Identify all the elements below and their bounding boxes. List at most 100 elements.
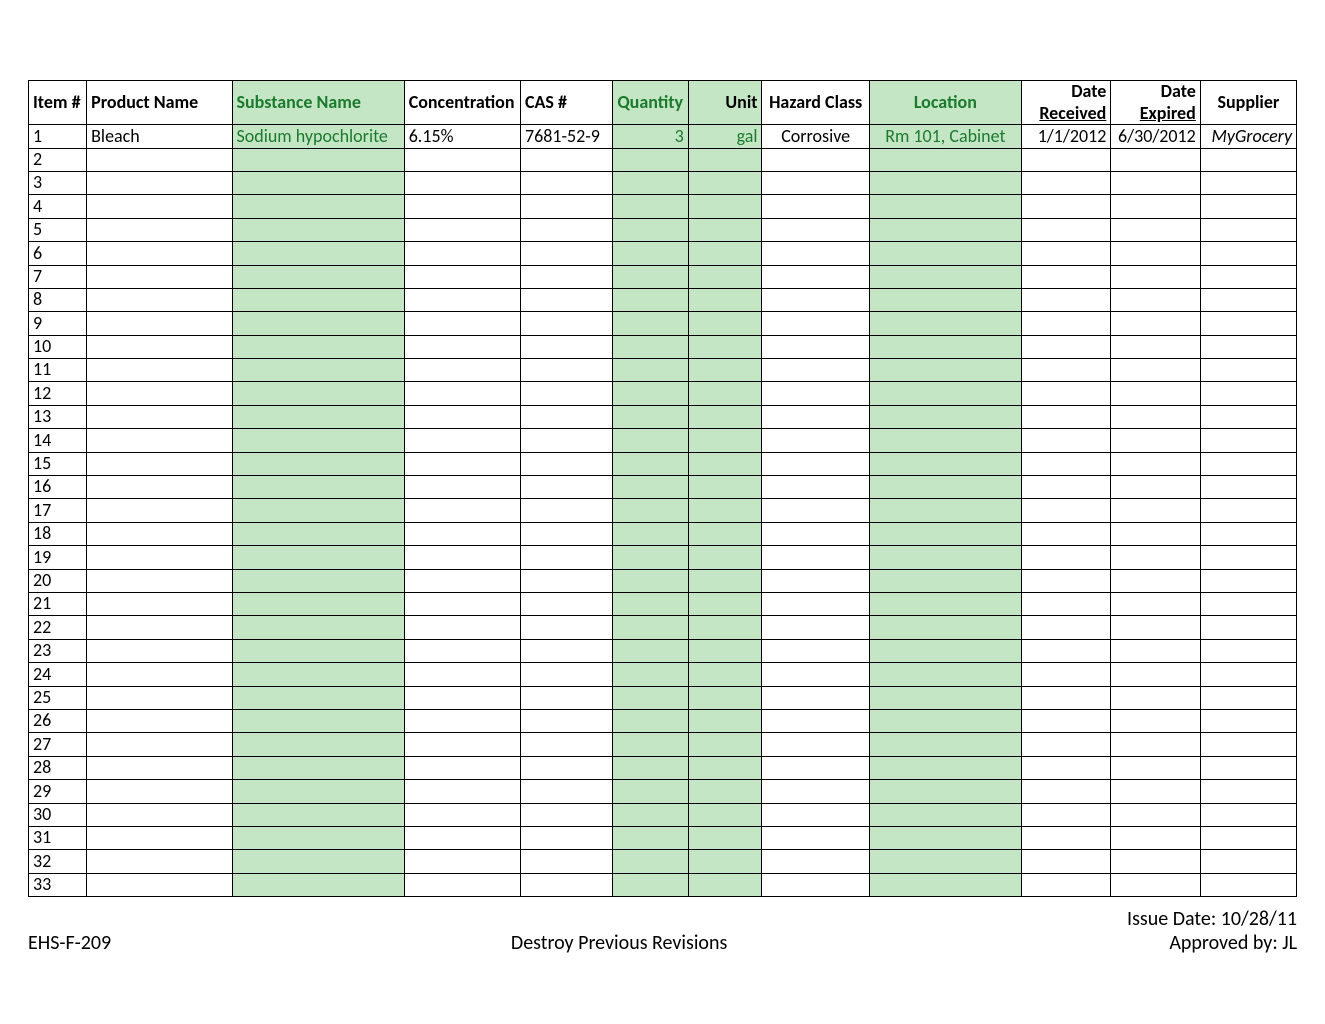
cell[interactable]: 13 (29, 405, 87, 428)
cell[interactable] (1200, 686, 1296, 709)
cell[interactable] (869, 780, 1021, 803)
cell[interactable] (520, 218, 612, 241)
cell[interactable] (869, 148, 1021, 171)
cell[interactable] (688, 452, 762, 475)
cell[interactable] (1200, 522, 1296, 545)
cell[interactable] (688, 359, 762, 382)
cell[interactable] (1111, 569, 1200, 592)
cell[interactable] (612, 569, 688, 592)
cell[interactable] (869, 195, 1021, 218)
cell[interactable] (87, 593, 232, 616)
cell[interactable] (404, 265, 520, 288)
cell[interactable]: 6.15% (404, 125, 520, 148)
cell[interactable]: 8 (29, 288, 87, 311)
cell[interactable] (762, 826, 869, 849)
cell[interactable] (612, 686, 688, 709)
cell[interactable] (1021, 405, 1110, 428)
cell[interactable] (869, 405, 1021, 428)
cell[interactable] (1111, 476, 1200, 499)
cell[interactable] (869, 756, 1021, 779)
cell[interactable] (1111, 452, 1200, 475)
cell[interactable]: 7 (29, 265, 87, 288)
cell[interactable] (87, 663, 232, 686)
cell[interactable] (869, 593, 1021, 616)
cell[interactable] (1021, 312, 1110, 335)
cell[interactable]: 25 (29, 686, 87, 709)
cell[interactable] (232, 663, 404, 686)
cell[interactable] (1111, 803, 1200, 826)
cell[interactable] (1200, 593, 1296, 616)
cell[interactable] (1111, 616, 1200, 639)
cell[interactable] (762, 593, 869, 616)
cell[interactable] (232, 803, 404, 826)
cell[interactable] (232, 476, 404, 499)
cell[interactable] (1021, 335, 1110, 358)
cell[interactable] (87, 312, 232, 335)
cell[interactable]: 3 (612, 125, 688, 148)
cell[interactable] (688, 499, 762, 522)
cell[interactable]: gal (688, 125, 762, 148)
cell[interactable] (404, 429, 520, 452)
cell[interactable] (612, 195, 688, 218)
cell[interactable] (688, 288, 762, 311)
cell[interactable] (1200, 288, 1296, 311)
cell[interactable] (762, 850, 869, 873)
cell[interactable] (612, 616, 688, 639)
cell[interactable] (520, 499, 612, 522)
cell[interactable] (762, 546, 869, 569)
cell[interactable]: 16 (29, 476, 87, 499)
cell[interactable] (1111, 382, 1200, 405)
cell[interactable] (87, 522, 232, 545)
cell[interactable] (612, 242, 688, 265)
cell[interactable] (1111, 218, 1200, 241)
cell[interactable] (232, 312, 404, 335)
cell[interactable] (612, 148, 688, 171)
cell[interactable] (520, 359, 612, 382)
cell[interactable] (1021, 686, 1110, 709)
cell[interactable] (87, 803, 232, 826)
cell[interactable] (404, 171, 520, 194)
cell[interactable] (1200, 335, 1296, 358)
cell[interactable] (1021, 429, 1110, 452)
cell[interactable] (87, 429, 232, 452)
cell[interactable] (1021, 148, 1110, 171)
cell[interactable]: 1 (29, 125, 87, 148)
cell[interactable] (1021, 733, 1110, 756)
cell[interactable] (612, 826, 688, 849)
cell[interactable] (762, 756, 869, 779)
cell[interactable] (1111, 335, 1200, 358)
cell[interactable] (1021, 359, 1110, 382)
cell[interactable] (869, 639, 1021, 662)
cell[interactable] (232, 148, 404, 171)
cell[interactable] (612, 429, 688, 452)
cell[interactable] (762, 616, 869, 639)
cell[interactable] (87, 359, 232, 382)
cell[interactable] (1200, 780, 1296, 803)
cell[interactable] (688, 616, 762, 639)
cell[interactable] (232, 499, 404, 522)
cell[interactable] (612, 850, 688, 873)
cell[interactable] (1021, 476, 1110, 499)
cell[interactable] (232, 452, 404, 475)
cell[interactable] (762, 803, 869, 826)
cell[interactable] (232, 359, 404, 382)
cell[interactable] (87, 148, 232, 171)
cell[interactable]: Rm 101, Cabinet (869, 125, 1021, 148)
cell[interactable] (520, 593, 612, 616)
cell[interactable] (232, 873, 404, 896)
cell[interactable] (762, 452, 869, 475)
cell[interactable] (404, 686, 520, 709)
cell[interactable] (762, 476, 869, 499)
cell[interactable] (1021, 288, 1110, 311)
cell[interactable] (762, 382, 869, 405)
cell[interactable] (762, 569, 869, 592)
cell[interactable]: 26 (29, 709, 87, 732)
cell[interactable] (1111, 522, 1200, 545)
cell[interactable] (404, 546, 520, 569)
cell[interactable] (612, 359, 688, 382)
cell[interactable] (612, 873, 688, 896)
cell[interactable]: 5 (29, 218, 87, 241)
cell[interactable] (869, 850, 1021, 873)
cell[interactable] (688, 312, 762, 335)
cell[interactable] (1200, 546, 1296, 569)
